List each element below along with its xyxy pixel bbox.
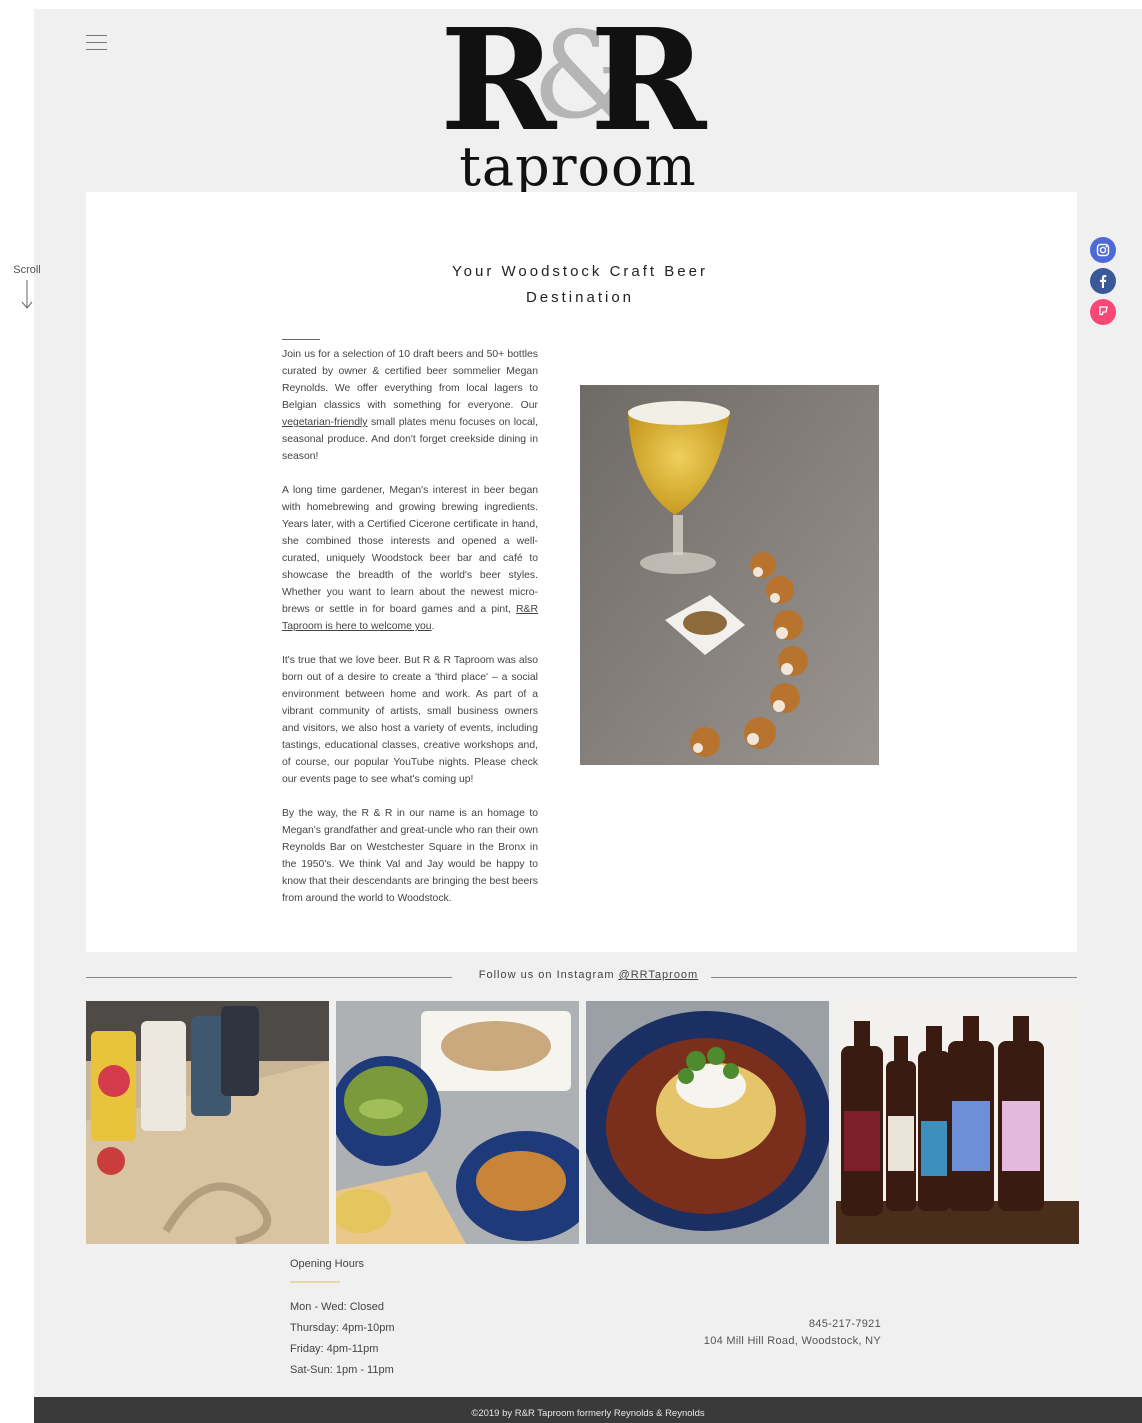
street-address: 104 Mill Hill Road, Woodstock, NY bbox=[703, 1335, 881, 1347]
logo-letter-right: R bbox=[590, 0, 707, 163]
paragraph-text: Join us for a selection of 10 draft beer… bbox=[282, 349, 538, 411]
opening-hours-title: Opening Hours bbox=[290, 1258, 364, 1270]
instagram-handle-link[interactable]: @RRTaproom bbox=[619, 969, 699, 981]
phone-number[interactable]: 845-217-7921 bbox=[640, 1316, 881, 1333]
paragraph-third-place: It's true that we love beer. But R & R T… bbox=[282, 655, 538, 785]
foursquare-icon[interactable] bbox=[1090, 299, 1116, 325]
hours-row: Friday: 4pm-11pm bbox=[290, 1343, 379, 1355]
gallery-photo-bottles[interactable] bbox=[836, 1001, 1079, 1244]
vegetarian-link[interactable]: vegetarian-friendly bbox=[282, 417, 367, 428]
gallery-photo-chili[interactable] bbox=[586, 1001, 829, 1244]
divider bbox=[711, 977, 1077, 978]
gallery-photo-cans[interactable] bbox=[86, 1001, 329, 1244]
facebook-icon[interactable] bbox=[1090, 268, 1116, 294]
instagram-gallery bbox=[86, 1001, 1079, 1244]
scroll-hint[interactable]: Scroll bbox=[12, 264, 42, 310]
paragraph-intro: Join us for a selection of 10 draft beer… bbox=[282, 346, 538, 465]
paragraph-founder: A long time gardener, Megan's interest i… bbox=[282, 482, 538, 635]
paragraph-text: . bbox=[431, 621, 435, 632]
contact-info: 845-217-7921 104 Mill Hill Road, Woodsto… bbox=[640, 1316, 881, 1350]
hours-row: Thursday: 4pm-10pm bbox=[290, 1322, 395, 1334]
headline-line-1: Your Woodstock Craft Beer bbox=[452, 263, 708, 280]
gallery-photo-small-plates[interactable] bbox=[336, 1001, 579, 1244]
about-text: Join us for a selection of 10 draft beer… bbox=[282, 346, 538, 924]
paragraph-history: By the way, the R & R in our name is an … bbox=[282, 808, 538, 904]
arrow-down-icon bbox=[21, 280, 33, 309]
headline-line-2: Destination bbox=[525, 289, 635, 306]
logo-wordmark: taproom bbox=[459, 135, 697, 198]
instagram-follow-bar: Follow us on Instagram @RRTaproom bbox=[86, 967, 1077, 987]
site-logo[interactable]: R & R taproom bbox=[422, 9, 734, 212]
instagram-label: Follow us on Instagram bbox=[478, 969, 619, 981]
opening-hours: Opening Hours Mon - Wed: Closed Thursday… bbox=[290, 1257, 490, 1381]
social-bar bbox=[1090, 237, 1116, 330]
divider bbox=[282, 339, 320, 340]
divider bbox=[290, 1281, 340, 1283]
instagram-icon[interactable] bbox=[1090, 237, 1116, 263]
page-headline: Your Woodstock Craft Beer Destination bbox=[410, 259, 750, 311]
hours-row: Mon - Wed: Closed bbox=[290, 1301, 384, 1313]
copyright-text: ©2019 by R&R Taproom formerly Reynolds &… bbox=[471, 1408, 705, 1419]
paragraph-text: A long time gardener, Megan's interest i… bbox=[282, 485, 538, 615]
divider bbox=[86, 977, 452, 978]
logo-monogram: R & R bbox=[440, 11, 730, 151]
site-footer: ©2019 by R&R Taproom formerly Reynolds &… bbox=[34, 1397, 1142, 1423]
hours-row: Sat-Sun: 1pm - 11pm bbox=[290, 1364, 394, 1376]
beer-and-pretzels-photo bbox=[580, 385, 879, 765]
scroll-label: Scroll bbox=[13, 264, 41, 276]
menu-icon[interactable] bbox=[86, 34, 107, 52]
instagram-follow-text: Follow us on Instagram @RRTaproom bbox=[471, 969, 706, 981]
